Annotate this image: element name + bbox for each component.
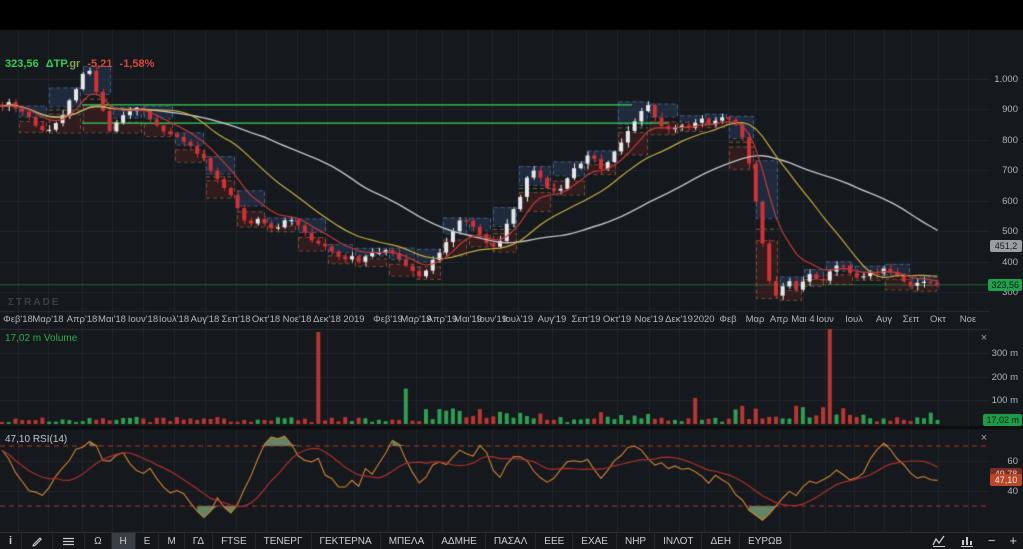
volume-close-button[interactable]: × [978, 333, 990, 345]
trading-chart-app: 323,56 ΔTP.gr -5,21 -1,58% ΣTRADE 17,02 … [0, 0, 1023, 549]
timeframe-tab-Μ[interactable]: Μ [159, 533, 185, 549]
rsi-axis-tick: 60 [1007, 456, 1018, 467]
volume-value: 17,02 m [5, 333, 42, 344]
toolbar-omega-button[interactable]: Ω [85, 533, 112, 549]
price-axis-tick: 1.000 [994, 74, 1018, 85]
volume-axis-tick: 200 m [991, 371, 1018, 383]
price-axis-tick: 400 [1002, 256, 1018, 268]
toolbar-draw-button[interactable] [22, 533, 54, 549]
ticker-readout: 323,56 ΔTP.gr -5,21 -1,58% [5, 58, 154, 70]
volume-pane-label: 17,02 m Volume [5, 333, 77, 344]
price-axis-tick: 900 [1002, 104, 1018, 116]
ticker-symbol: ΔTP [45, 58, 67, 70]
chart-style-line-icon[interactable] [932, 535, 946, 547]
volume-name: Volume [43, 333, 78, 344]
ticker-tab-ΠΑΣΑΛ[interactable]: ΠΑΣΑΛ [486, 533, 537, 549]
rsi-value: 47,10 [5, 434, 31, 445]
ticker-tab-FTSE[interactable]: FTSE [213, 533, 256, 549]
toolbar-right-controls: − + [932, 532, 1017, 549]
ticker-tab-ΕΥΡΩΒ[interactable]: ΕΥΡΩΒ [740, 533, 792, 549]
ticker-tab-ΔΕΗ[interactable]: ΔΕΗ [702, 533, 741, 549]
ticker-tab-ΤΕΝΕΡΓ[interactable]: ΤΕΝΕΡΓ [256, 533, 312, 549]
watermark-logo: ΣTRADE [8, 297, 61, 308]
ma-value-tag: 451,2 [990, 239, 1022, 252]
zoom-in-button[interactable]: + [1009, 533, 1017, 549]
ticker-tab-ΜΠΕΛΑ[interactable]: ΜΠΕΛΑ [381, 533, 434, 549]
ticker-tab-ΕΧΑΕ[interactable]: ΕΧΑΕ [573, 533, 617, 549]
volume-axis-tick: 100 m [991, 395, 1018, 407]
chart-style-bars-icon[interactable] [960, 535, 974, 547]
volume-axis-tick: 300 m [991, 348, 1018, 360]
rsi-close-button[interactable]: × [978, 433, 990, 445]
zoom-out-button[interactable]: − [988, 533, 996, 549]
last-price-tag: 323,56 [988, 278, 1022, 291]
volume-value-tag: 17,02 m [983, 413, 1022, 426]
toolbar-info-button[interactable]: i [0, 533, 23, 549]
rsi-value-tag: 47,10 [990, 474, 1022, 487]
ticker-tab-ΓΕΚΤΕΡΝΑ[interactable]: ΓΕΚΤΕΡΝΑ [312, 533, 381, 549]
timeframe-tab-ΓΔ[interactable]: ΓΔ [185, 533, 214, 549]
ticker-price: 323,56 [5, 58, 39, 70]
price-axis-tick: 700 [1002, 165, 1018, 177]
price-axis-tick: 800 [1002, 134, 1018, 146]
ticker-tab-ΑΔΜΗΕ[interactable]: ΑΔΜΗΕ [433, 533, 486, 549]
bottom-toolbar: i Ω Η Ε Μ ΓΔ FTSE ΤΕΝΕΡΓ ΓΕΚΤΕΡΝΑ ΜΠΕΛΑ ΑΔΜΗΕ ΠΑΣΑΛ… [0, 532, 1023, 549]
rsi-axis-tick: 40 [1007, 486, 1018, 497]
timeframe-tab-Η[interactable]: Η [111, 533, 136, 549]
rsi-name: RSI(14) [32, 434, 68, 445]
date-axis-tick: Νοε [959, 314, 977, 325]
ticker-tab-ΕΕΕ[interactable]: ΕΕΕ [536, 533, 574, 549]
ticker-change-pct: -1,58% [119, 58, 155, 70]
toolbar-watchlist-button[interactable] [53, 533, 86, 549]
price-axis-tick: 600 [1002, 195, 1018, 207]
timeframe-tab-Ε[interactable]: Ε [136, 533, 160, 549]
price-axis-tick: 500 [1002, 226, 1018, 238]
ticker-change: -5,21 [87, 58, 113, 70]
ticker-tab-ΝΗΡ[interactable]: ΝΗΡ [617, 533, 656, 549]
ticker-symbol-suffix: .gr [66, 58, 81, 70]
chart-canvas[interactable] [0, 0, 1023, 549]
ticker-tab-ΙΝΛΟΤ[interactable]: ΙΝΛΟΤ [655, 533, 703, 549]
rsi-pane-label: 47,10 RSI(14) [5, 434, 67, 445]
